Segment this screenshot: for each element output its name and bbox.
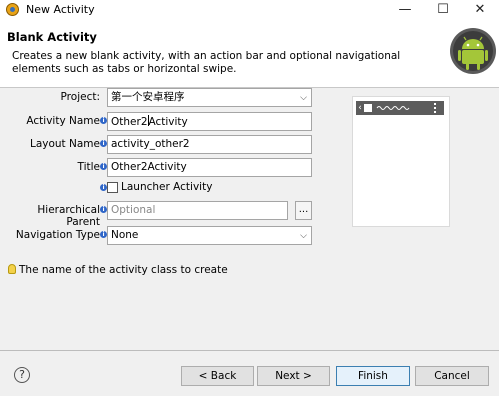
title-squiggle-icon [376,106,410,110]
hierarchical-parent-label: Hierarchical Parent [37,204,100,228]
chevron-down-icon: ⌵ [300,93,307,103]
wizard-description: Creates a new blank activity, with an ac… [12,50,401,75]
info-icon: i [100,163,107,170]
info-icon: i [100,140,107,147]
window-title: New Activity [26,3,95,16]
project-value: 第一个安卓程序 [111,91,185,103]
layout-name-label: Layout Name [29,138,100,150]
info-icon: i [100,117,107,124]
eclipse-app-icon [6,3,19,16]
info-icon: i [100,206,107,213]
project-label: Project: [60,91,100,103]
back-button[interactable]: < Back [181,366,254,386]
back-chevron-icon: ‹ [358,103,362,113]
activity-preview [352,96,450,227]
finish-button[interactable]: Finish [336,366,410,386]
overflow-menu-icon [434,103,438,113]
android-logo-icon [450,28,496,74]
maximize-button[interactable]: ☐ [426,0,460,20]
title-label: Title [77,161,100,173]
minimize-button[interactable]: — [388,0,422,20]
navigation-type-label: Navigation Type [15,229,100,241]
launcher-activity-label: Launcher Activity [121,181,213,193]
navigation-type-combo[interactable]: None ⌵ [107,226,312,245]
info-icon: i [100,231,107,238]
divider [0,350,499,351]
cancel-button[interactable]: Cancel [415,366,489,386]
wizard-title: Blank Activity [7,30,97,44]
activity-name-label: Activity Name [26,115,100,127]
project-combo[interactable]: 第一个安卓程序 ⌵ [107,88,312,107]
next-button[interactable]: Next > [257,366,330,386]
chevron-down-icon: ⌵ [300,231,307,241]
navigation-type-value: None [111,229,139,241]
status-message: The name of the activity class to create [19,264,228,276]
help-icon[interactable]: ? [14,367,30,383]
title-input[interactable]: Other2Activity [107,158,312,177]
info-icon: i [100,184,107,191]
close-button[interactable]: ✕ [463,0,497,20]
layout-name-input[interactable]: activity_other2 [107,135,312,154]
launcher-activity-checkbox[interactable] [107,182,118,193]
hierarchical-parent-input[interactable]: Optional [107,201,288,220]
activity-name-input[interactable]: Other2Activity [107,112,312,131]
browse-parent-button[interactable]: ... [295,201,312,220]
app-icon-placeholder [364,104,372,112]
lightbulb-icon [8,264,16,274]
